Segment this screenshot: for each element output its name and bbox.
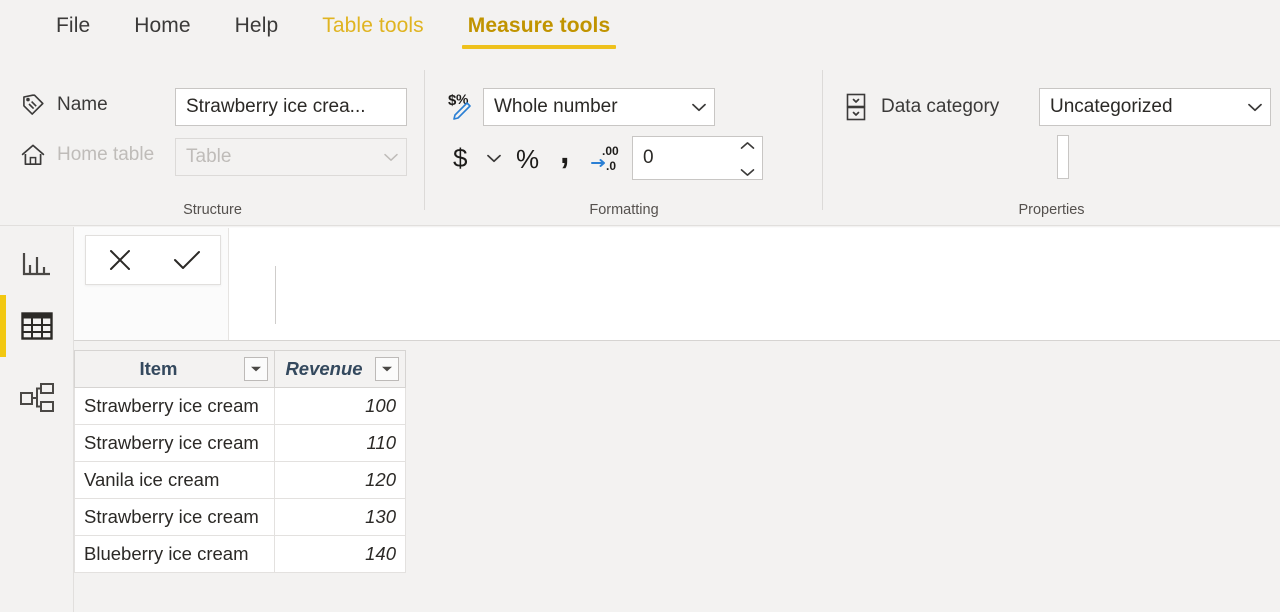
- dax-code-editor[interactable]: 1 Strawberry ice cream revenue = CALCULA…: [228, 228, 1280, 340]
- home-table-select[interactable]: Table: [175, 138, 407, 176]
- column-header-item[interactable]: Item: [74, 350, 275, 388]
- svg-text:,: ,: [560, 141, 569, 171]
- cell-item: Blueberry ice cream: [74, 535, 275, 573]
- ribbon-tab-home[interactable]: Home: [112, 0, 212, 38]
- tab-underline: [461, 45, 617, 49]
- structure-group-caption: Structure: [183, 202, 242, 218]
- svg-text:%: %: [516, 144, 539, 174]
- ribbon-group-formatting: $ % Whole number $ % , .00 .0 0 Formatti…: [425, 62, 1069, 226]
- ribbon-tab-help[interactable]: Help: [213, 0, 301, 38]
- svg-text:.00: .00: [602, 144, 619, 158]
- checkmark-icon: [172, 247, 202, 273]
- commit-formula-button[interactable]: [161, 238, 213, 282]
- formula-action-buttons: [85, 235, 221, 285]
- model-relationship-icon: [19, 382, 55, 414]
- column-header-item-label: Item: [139, 358, 178, 379]
- format-type-select[interactable]: Whole number: [483, 88, 715, 126]
- ribbon-tab-measure-tools[interactable]: Measure tools: [446, 0, 633, 49]
- table-row[interactable]: Strawberry ice cream 130: [74, 498, 406, 536]
- view-switcher-rail: [0, 227, 74, 612]
- cell-item: Strawberry ice cream: [74, 498, 275, 536]
- home-table-label: Home table: [57, 144, 155, 165]
- ribbon-group-properties: Data category Uncategorized Properties: [823, 62, 1280, 226]
- bar-chart-icon: [20, 247, 54, 281]
- svg-text:.0: .0: [606, 159, 616, 173]
- format-type-value: Whole number: [494, 96, 618, 117]
- table-row[interactable]: Strawberry ice cream 100: [74, 387, 406, 425]
- ribbon-body: Name Strawberry ice crea... Home table T…: [0, 62, 1280, 226]
- rail-item-model-view[interactable]: [0, 367, 74, 429]
- cancel-formula-button[interactable]: [94, 238, 146, 282]
- data-category-label: Data category: [881, 96, 1000, 117]
- ribbon-tab-bar: File Home Help Table tools Measure tools: [0, 0, 1280, 62]
- ribbon-tab-measure-tools-label: Measure tools: [467, 14, 611, 37]
- data-category-icon: [841, 90, 871, 124]
- filter-dropdown-icon[interactable]: [244, 357, 268, 381]
- formatting-button-strip: $ % , .00 .0: [445, 138, 631, 178]
- cell-item: Strawberry ice cream: [74, 424, 275, 462]
- cell-item: Strawberry ice cream: [74, 387, 275, 425]
- decimal-places-stepper[interactable]: 0: [632, 136, 763, 180]
- ribbon-tab-table-tools[interactable]: Table tools: [300, 0, 446, 38]
- ribbon-tab-home-label: Home: [134, 14, 191, 37]
- percent-button[interactable]: %: [509, 138, 549, 178]
- stepper-down-icon[interactable]: [740, 161, 755, 183]
- data-category-select[interactable]: Uncategorized: [1039, 88, 1271, 126]
- indent-guide: [275, 266, 276, 324]
- cell-revenue: 120: [274, 461, 406, 499]
- table-row[interactable]: Vanila ice cream 120: [74, 461, 406, 499]
- properties-group-caption: Properties: [1018, 202, 1085, 218]
- cell-revenue: 130: [274, 498, 406, 536]
- data-category-row: Data category: [841, 90, 999, 124]
- column-header-revenue[interactable]: Revenue: [274, 350, 406, 388]
- ribbon-tab-help-label: Help: [234, 14, 279, 37]
- cell-revenue: 100: [274, 387, 406, 425]
- measure-name-value: Strawberry ice crea...: [186, 96, 366, 117]
- measure-name-row: Name: [18, 90, 108, 120]
- measure-name-label: Name: [57, 94, 108, 115]
- decimal-places-value: 0: [643, 147, 654, 168]
- stepper-arrows[interactable]: [740, 134, 755, 183]
- ribbon-group-structure: Name Strawberry ice crea... Home table T…: [0, 62, 425, 226]
- table-row[interactable]: Strawberry ice cream 110: [74, 424, 406, 462]
- thousands-separator-button[interactable]: ,: [549, 138, 587, 178]
- ribbon-tab-file-label: File: [56, 14, 91, 37]
- formatting-group-caption: Formatting: [589, 202, 659, 218]
- ribbon-tab-table-tools-label: Table tools: [322, 14, 424, 37]
- cell-item: Vanila ice cream: [74, 461, 275, 499]
- svg-text:%: %: [456, 91, 469, 107]
- stepper-up-icon[interactable]: [740, 134, 755, 156]
- home-icon: [18, 140, 48, 170]
- column-header-revenue-label: Revenue: [285, 358, 363, 379]
- data-grid: Item Revenue Strawberry ice cream 100 St…: [74, 350, 406, 573]
- tag-icon: [18, 90, 48, 120]
- ribbon-tab-file[interactable]: File: [34, 0, 112, 38]
- table-row[interactable]: Blueberry ice cream 140: [74, 535, 406, 573]
- home-table-value: Table: [186, 146, 232, 167]
- chevron-down-icon: [384, 146, 398, 168]
- table-grid-icon: [20, 310, 54, 342]
- currency-dropdown-chevron[interactable]: [479, 138, 509, 178]
- svg-text:$: $: [453, 143, 468, 173]
- measure-name-input[interactable]: Strawberry ice crea...: [175, 88, 407, 126]
- cell-revenue: 110: [274, 424, 406, 462]
- close-icon: [107, 247, 133, 273]
- dax-formula-bar: 1 Strawberry ice cream revenue = CALCULA…: [74, 227, 1280, 341]
- currency-button[interactable]: $: [445, 138, 479, 178]
- rail-item-data-view[interactable]: [0, 295, 74, 357]
- data-category-value: Uncategorized: [1050, 96, 1173, 117]
- cell-revenue: 140: [274, 535, 406, 573]
- chevron-down-icon: [1248, 96, 1262, 118]
- format-dollar-percent-icon: $ %: [447, 88, 483, 124]
- power-bi-window: File Home Help Table tools Measure tools: [0, 0, 1280, 612]
- filter-dropdown-icon[interactable]: [375, 357, 399, 381]
- table-header-row: Item Revenue: [74, 350, 406, 388]
- decimal-places-icon[interactable]: .00 .0: [587, 138, 631, 178]
- home-table-row: Home table: [18, 140, 154, 170]
- rail-item-report-view[interactable]: [0, 233, 74, 295]
- chevron-down-icon: [692, 96, 706, 118]
